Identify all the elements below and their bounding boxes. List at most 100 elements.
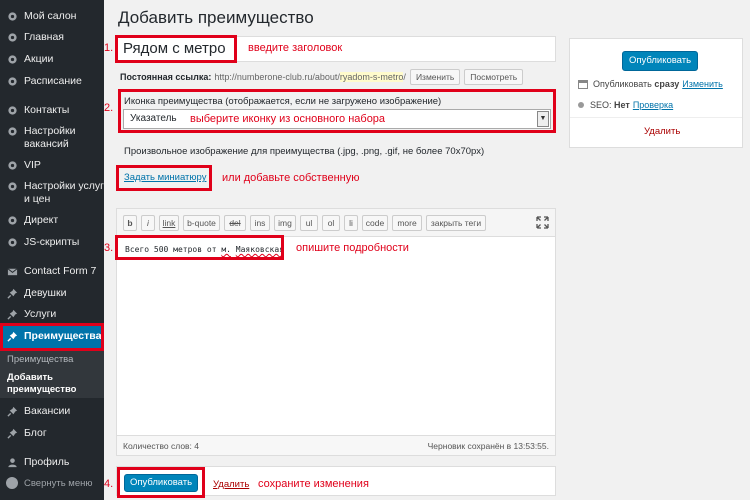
close-tags-button[interactable]: закрыть теги xyxy=(426,215,486,231)
submenu-item-add-advantage[interactable]: Добавить преимущество xyxy=(7,372,97,396)
annotation-text: введите заголовок xyxy=(248,42,343,54)
annotation-highlight-title xyxy=(115,35,237,63)
page-title: Добавить преимущество xyxy=(118,8,314,27)
gear-icon xyxy=(6,75,18,87)
sidebar-item-label: Профиль xyxy=(24,456,70,468)
edit-permalink-button[interactable]: Изменить xyxy=(409,69,461,85)
sidebar-item-profile[interactable]: Профиль xyxy=(0,456,104,469)
seo-label: SEO: xyxy=(590,100,612,110)
sidebar-item-my-salon[interactable]: Мой салон xyxy=(0,10,104,23)
img-button[interactable]: img xyxy=(274,215,296,231)
custom-image-label: Произвольное изображение для преимуществ… xyxy=(124,146,485,157)
pin-icon xyxy=(6,405,18,417)
gear-icon xyxy=(6,125,18,137)
pin-icon xyxy=(6,308,18,320)
sidebar-item-blog[interactable]: Блог xyxy=(0,427,104,440)
pin-icon xyxy=(6,427,18,439)
link-button[interactable]: link xyxy=(159,215,179,231)
collapse-icon xyxy=(6,477,18,489)
annotation-text: или добавьте собственную xyxy=(222,172,360,184)
sidebar-item-label: Девушки xyxy=(24,287,67,299)
sidebar-item-direct[interactable]: Директ xyxy=(0,214,104,227)
seo-check-link[interactable]: Проверка xyxy=(633,100,673,110)
sidebar-item-label: Контакты xyxy=(24,104,70,116)
annotation-text: опишите подробности xyxy=(296,242,409,254)
annotation-text: сохраните изменения xyxy=(258,478,369,490)
sidebar-item-contact-form[interactable]: Contact Form 7 xyxy=(0,265,104,278)
li-button[interactable]: li xyxy=(344,215,358,231)
view-post-button[interactable]: Посмотреть xyxy=(464,69,524,85)
sidebar-item-promos[interactable]: Акции xyxy=(0,53,104,66)
ul-button[interactable]: ul xyxy=(300,215,318,231)
editor-status-bar: Количество слов: 4 Черновик сохранён в 1… xyxy=(117,435,555,455)
sidebar-item-girls[interactable]: Девушки xyxy=(0,287,104,300)
permalink-slug[interactable]: ryadom-s-metro xyxy=(339,72,404,82)
sidebar-item-label: Contact Form 7 xyxy=(24,265,97,277)
publish-when-label: Опубликовать xyxy=(593,79,652,89)
sidebar-item-label: Мой салон xyxy=(24,10,77,22)
submenu-item-advantages[interactable]: Преимущества xyxy=(7,354,73,366)
sidebar-item-js-scripts[interactable]: JS-скрипты xyxy=(0,236,104,249)
annotation-number: 2. xyxy=(104,102,114,114)
admin-sidebar: Мой салон Главная Акции Расписание Конта… xyxy=(0,0,104,500)
annotation-highlight-content xyxy=(115,235,284,260)
annotation-highlight-thumbnail xyxy=(116,165,212,191)
code-button[interactable]: code xyxy=(362,215,388,231)
sidebar-item-label: Главная xyxy=(24,31,64,43)
permalink-row: Постоянная ссылка: http://numberone-club… xyxy=(120,69,524,85)
seo-row: SEO: Нет Проверка xyxy=(578,100,673,110)
sidebar-item-contacts[interactable]: Контакты xyxy=(0,104,104,117)
italic-button[interactable]: i xyxy=(141,215,155,231)
ins-button[interactable]: ins xyxy=(250,215,270,231)
sidebar-item-label: Расписание xyxy=(24,75,82,87)
bold-button[interactable]: b xyxy=(123,215,137,231)
permalink-end: / xyxy=(403,72,406,82)
publish-button[interactable]: Опубликовать xyxy=(622,51,698,71)
sidebar-item-home[interactable]: Главная xyxy=(0,31,104,44)
publish-when-value: сразу xyxy=(654,79,680,89)
gear-icon xyxy=(6,10,18,22)
delete-link-bottom[interactable]: Удалить xyxy=(213,479,249,490)
del-button[interactable]: del xyxy=(224,215,246,231)
collapse-menu-button[interactable]: Свернуть меню xyxy=(6,477,93,489)
publish-when-row: Опубликовать сразу Изменить xyxy=(578,79,723,89)
pin-icon xyxy=(6,287,18,299)
user-icon xyxy=(6,456,18,468)
gear-icon xyxy=(6,180,18,192)
sidebar-item-service-settings[interactable]: Настройки услуг и цен xyxy=(0,180,104,206)
gear-icon xyxy=(6,159,18,171)
annotation-highlight-icon xyxy=(118,89,556,133)
blockquote-button[interactable]: b-quote xyxy=(183,215,220,231)
gear-icon xyxy=(6,214,18,226)
sidebar-item-label: JS-скрипты xyxy=(24,236,80,248)
sidebar-item-label: Настройки услуг и цен xyxy=(24,180,104,205)
mail-icon xyxy=(6,265,18,277)
seo-status-icon xyxy=(578,102,584,108)
annotation-highlight-menu xyxy=(0,323,104,351)
annotation-highlight-publish xyxy=(117,467,205,498)
sidebar-item-label: VIP xyxy=(24,159,41,171)
sidebar-item-label: Вакансии xyxy=(24,405,71,417)
sidebar-item-label: Акции xyxy=(24,53,54,65)
sidebar-item-vacancy-settings[interactable]: Настройки вакансий xyxy=(0,125,104,151)
sidebar-item-vacancies[interactable]: Вакансии xyxy=(0,405,104,418)
change-publish-date-link[interactable]: Изменить xyxy=(682,79,723,89)
sidebar-item-schedule[interactable]: Расписание xyxy=(0,75,104,88)
word-count: Количество слов: 4 xyxy=(123,441,200,451)
calendar-icon xyxy=(578,79,588,89)
publish-box-divider xyxy=(570,117,742,118)
fullscreen-icon[interactable] xyxy=(536,216,549,229)
sidebar-item-vip[interactable]: VIP xyxy=(0,159,104,172)
sidebar-item-label: Блог xyxy=(24,427,47,439)
permalink-label: Постоянная ссылка: xyxy=(120,72,212,82)
publish-box: Опубликовать Опубликовать сразу Изменить… xyxy=(569,38,743,148)
ol-button[interactable]: ol xyxy=(322,215,340,231)
sidebar-item-label: Настройки вакансий xyxy=(24,125,76,150)
annotation-number: 4. xyxy=(104,478,114,490)
gear-icon xyxy=(6,104,18,116)
delete-link[interactable]: Удалить xyxy=(644,126,680,137)
annotation-number: 1. xyxy=(104,42,114,54)
more-button[interactable]: more xyxy=(392,215,422,231)
gear-icon xyxy=(6,53,18,65)
sidebar-item-services[interactable]: Услуги xyxy=(0,308,104,321)
